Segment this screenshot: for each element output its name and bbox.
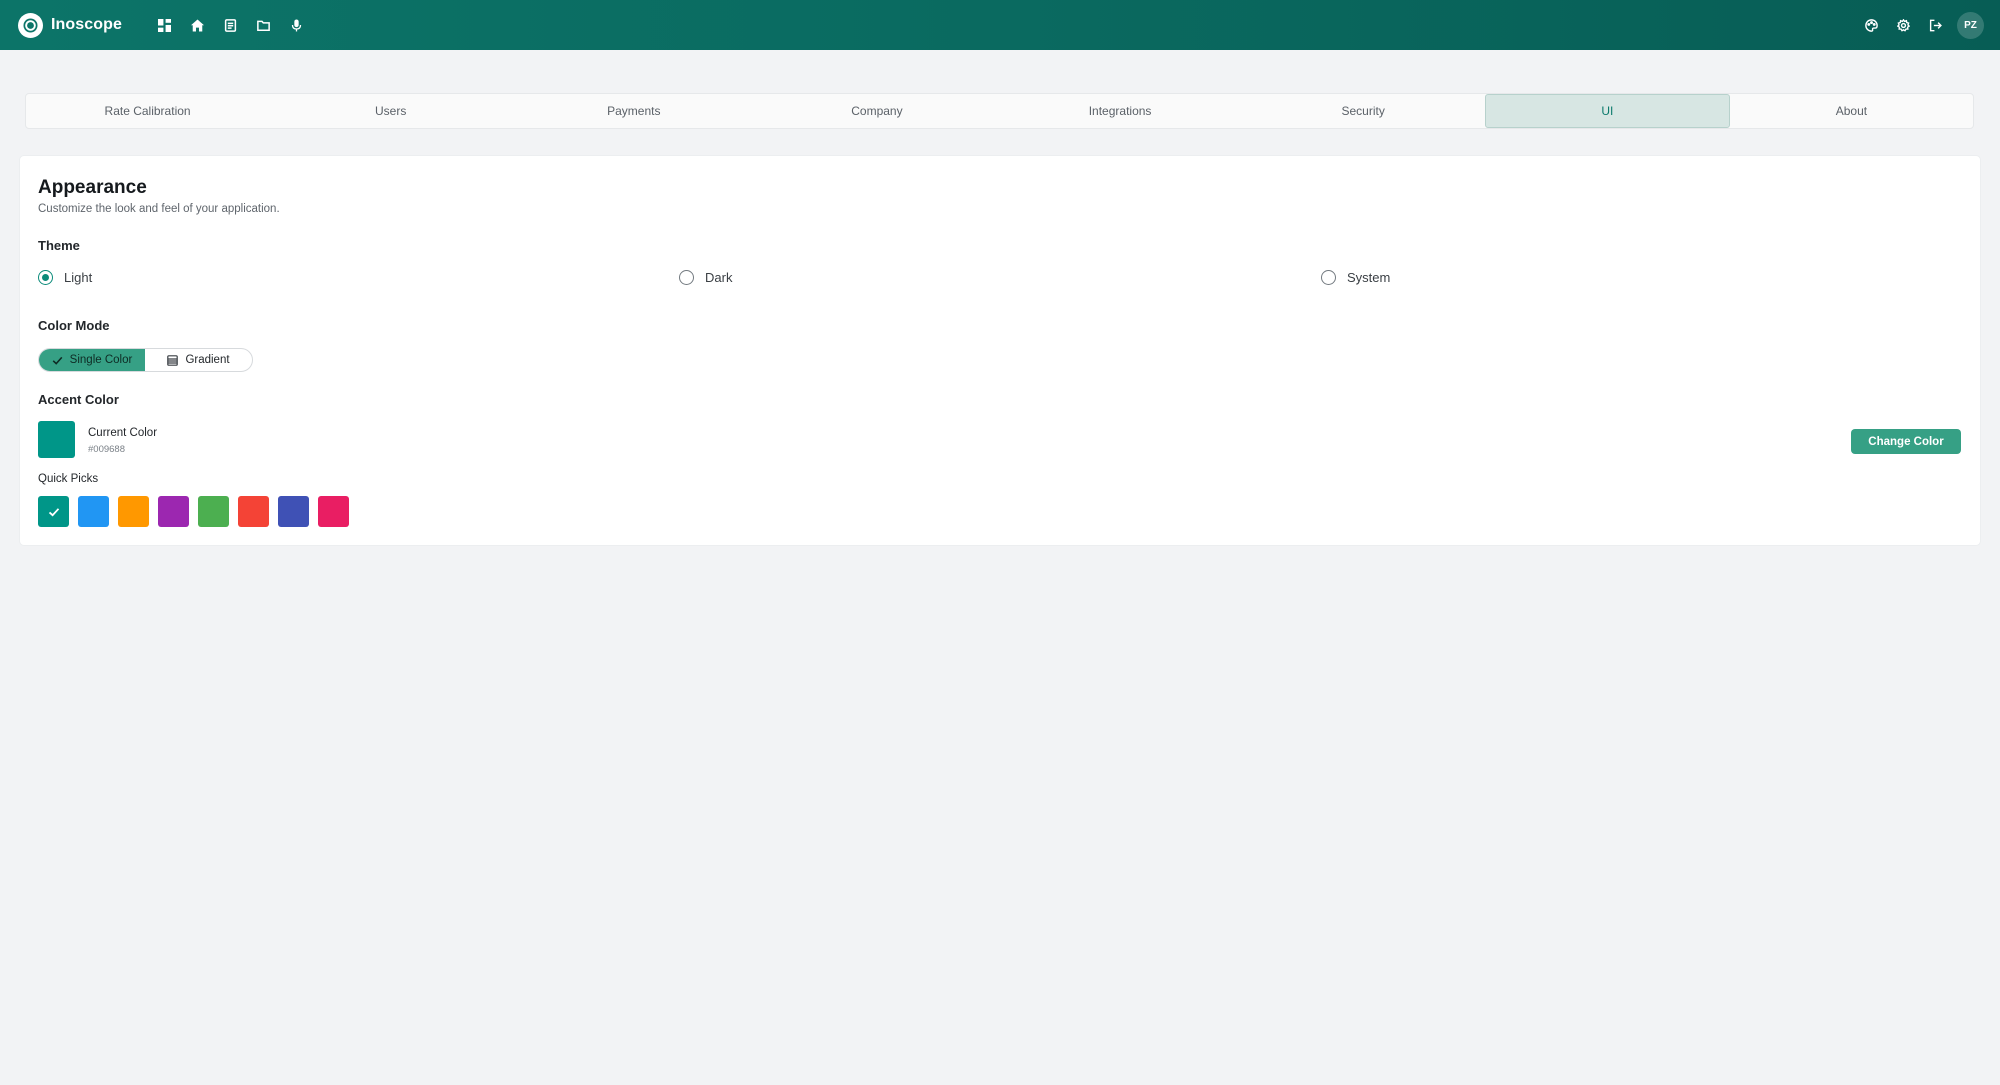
dashboard-icon[interactable]	[148, 9, 181, 42]
user-avatar[interactable]: PZ	[1957, 11, 1984, 39]
color-mode-toggle: Single Color Gradient	[38, 348, 253, 372]
app-name: Inoscope	[51, 16, 123, 33]
document-icon[interactable]	[214, 9, 247, 42]
color-swatch[interactable]	[238, 496, 269, 527]
quick-picks-label: Quick Picks	[38, 473, 99, 485]
theme-options: Light Dark System	[20, 270, 1980, 290]
header-actions: PZ	[1855, 0, 1984, 50]
change-color-button[interactable]: Change Color	[1851, 429, 1961, 454]
microphone-icon[interactable]	[280, 9, 313, 42]
current-color-hex: #009688	[88, 444, 125, 455]
tab-company[interactable]: Company	[755, 94, 998, 128]
theme-option-label: System	[1347, 270, 1391, 285]
palette-icon[interactable]	[1855, 9, 1887, 41]
gradient-button[interactable]: Gradient	[145, 349, 252, 371]
gradient-icon	[167, 354, 179, 366]
theme-option-label: Dark	[705, 270, 733, 285]
accent-color-label: Accent Color	[38, 392, 119, 407]
radio-circle[interactable]	[679, 270, 694, 285]
color-swatch[interactable]	[78, 496, 109, 527]
quick-picks	[38, 496, 349, 527]
color-mode-label: Color Mode	[38, 318, 110, 333]
theme-radio-light[interactable]: Light	[38, 270, 92, 285]
gear-icon[interactable]	[1887, 9, 1919, 41]
folder-icon[interactable]	[247, 9, 280, 42]
gradient-label: Gradient	[185, 354, 230, 366]
current-color-swatch	[38, 421, 75, 458]
tab-users[interactable]: Users	[269, 94, 512, 128]
logout-icon[interactable]	[1919, 9, 1951, 41]
tab-integrations[interactable]: Integrations	[999, 94, 1242, 128]
radio-circle[interactable]	[38, 270, 53, 285]
theme-label: Theme	[38, 238, 80, 253]
tab-about[interactable]: About	[1730, 94, 1973, 128]
single-color-label: Single Color	[69, 354, 133, 366]
radio-circle[interactable]	[1321, 270, 1336, 285]
home-icon[interactable]	[181, 9, 214, 42]
single-color-button[interactable]: Single Color	[39, 349, 145, 371]
page-title: Appearance	[38, 177, 147, 198]
tab-payments[interactable]: Payments	[512, 94, 755, 128]
theme-option-label: Light	[64, 270, 93, 285]
tab-ui[interactable]: UI	[1484, 94, 1730, 128]
color-swatch[interactable]	[278, 496, 309, 527]
check-icon	[48, 507, 59, 516]
top-bar: Inoscope PZ	[0, 0, 2000, 50]
theme-radio-system[interactable]: System	[1321, 270, 1390, 285]
brand-logo-icon	[18, 12, 43, 38]
brand[interactable]: Inoscope	[18, 12, 123, 38]
main-nav	[148, 9, 313, 42]
color-swatch[interactable]	[118, 496, 149, 527]
color-swatch[interactable]	[38, 496, 69, 527]
settings-tabs: Rate Calibration Users Payments Company Inte…	[25, 93, 1974, 129]
tab-security[interactable]: Security	[1242, 94, 1485, 128]
tab-rate-calibration[interactable]: Rate Calibration	[26, 94, 269, 128]
theme-radio-dark[interactable]: Dark	[679, 270, 732, 285]
page-subtitle: Customize the look and feel of your appl…	[38, 203, 280, 215]
color-swatch[interactable]	[158, 496, 189, 527]
check-icon	[52, 356, 63, 365]
color-swatch[interactable]	[198, 496, 229, 527]
current-color-label: Current Color	[88, 427, 158, 439]
color-swatch[interactable]	[318, 496, 349, 527]
appearance-card: Appearance Customize the look and feel o…	[19, 155, 1981, 546]
